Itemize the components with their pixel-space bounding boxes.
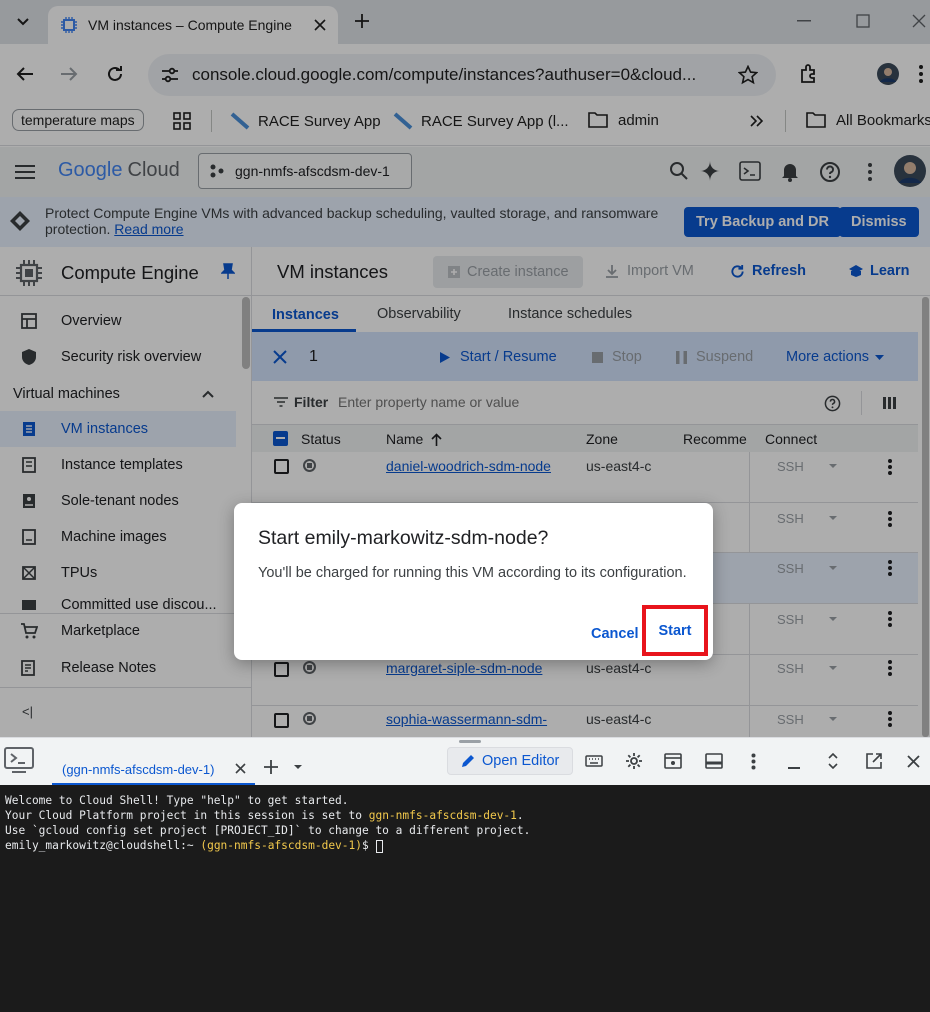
dialog-body: You'll be charged for running this VM ac… (258, 565, 687, 581)
shell-session-tab[interactable]: (ggn-nmfs-afscdsm-dev-1) (52, 748, 255, 786)
edit-pencil-icon (462, 755, 474, 767)
prompt-project: (ggn-nmfs-afscdsm-dev-1) (200, 839, 362, 852)
cloud-shell-toolbar: (ggn-nmfs-afscdsm-dev-1) Open Editor (0, 737, 930, 786)
start-button[interactable]: Start (642, 605, 708, 656)
open-editor-label: Open Editor (482, 753, 560, 769)
open-new-window-icon[interactable] (866, 753, 882, 769)
terminal-project-id: ggn-nmfs-afscdsm-dev-1 (368, 809, 517, 822)
cloud-shell-terminal-icon (4, 747, 34, 773)
start-instance-dialog: Start emily-markowitz-sdm-node? You'll b… (234, 503, 713, 660)
expand-shell-icon[interactable] (828, 753, 838, 769)
close-shell-icon[interactable] (907, 755, 920, 768)
shell-more-vert-icon[interactable] (751, 753, 756, 770)
open-editor-button[interactable]: Open Editor (447, 747, 573, 775)
dialog-title: Start emily-markowitz-sdm-node? (258, 527, 549, 549)
terminal-text: . (516, 809, 524, 822)
shell-tab-label: (ggn-nmfs-afscdsm-dev-1) (62, 762, 215, 777)
web-preview-icon[interactable] (664, 753, 682, 769)
terminal-prompt: emily_markowitz@cloudshell:~ (ggn-nmfs-a… (5, 838, 925, 853)
cancel-button[interactable]: Cancel (591, 626, 639, 642)
close-shell-tab-icon[interactable] (235, 763, 246, 774)
start-button-label: Start (658, 622, 692, 639)
terminal-line: Welcome to Cloud Shell! Type "help" to g… (5, 794, 349, 807)
split-panel-icon[interactable] (705, 753, 723, 769)
terminal-line: Use `gcloud config set project [PROJECT_… (5, 824, 531, 837)
terminal-text: Your Cloud Platform project in this sess… (5, 809, 369, 822)
terminal-line: Your Cloud Platform project in this sess… (5, 808, 925, 823)
terminal[interactable]: Welcome to Cloud Shell! Type "help" to g… (0, 785, 930, 1012)
minimize-shell-icon[interactable] (788, 767, 800, 769)
add-shell-tab-icon[interactable] (264, 760, 278, 774)
terminal-cursor (375, 839, 383, 853)
keyboard-icon[interactable] (585, 755, 603, 767)
prompt-user: emily_markowitz@cloudshell:~ (5, 839, 194, 852)
prompt-symbol: $ (362, 839, 369, 852)
shell-tab-dropdown-icon[interactable] (294, 765, 302, 769)
settings-gear-icon[interactable] (625, 752, 643, 770)
shell-resize-handle[interactable] (459, 740, 481, 743)
